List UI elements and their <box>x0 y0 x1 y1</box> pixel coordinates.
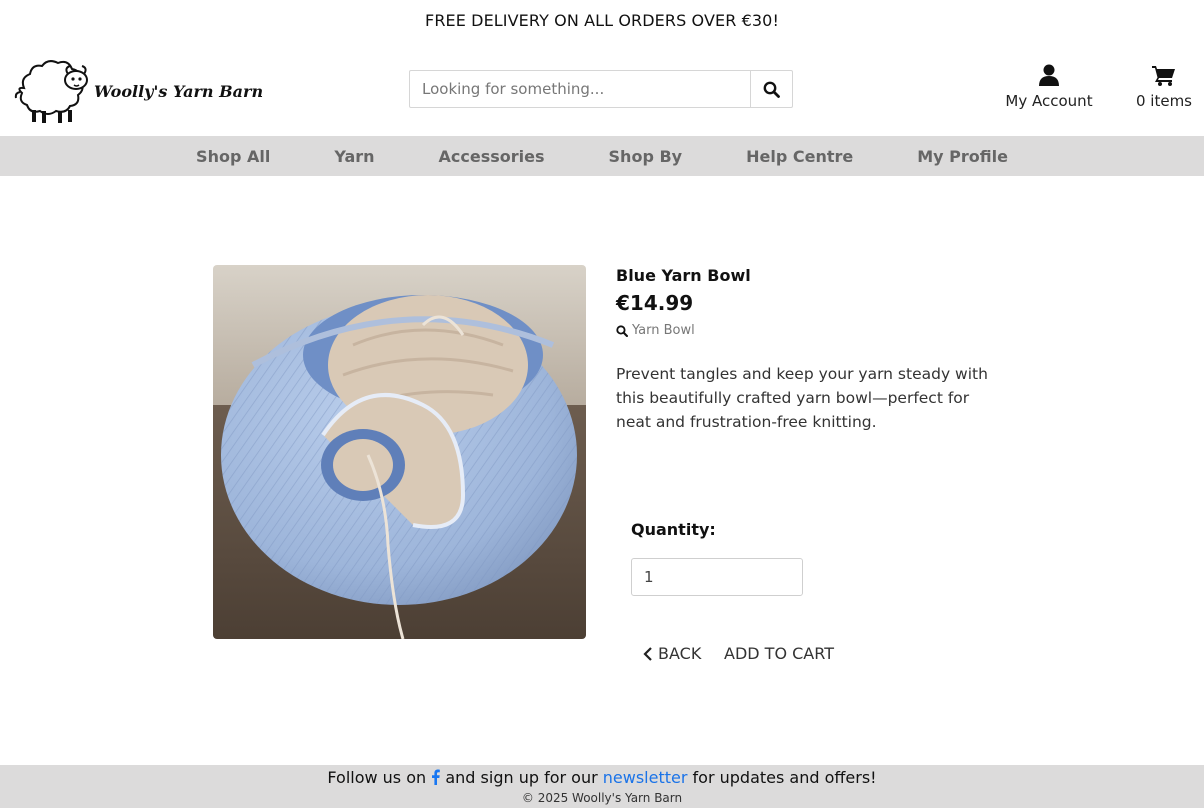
site-header: Woolly's Yarn Barn My Account 0 <box>0 42 1204 136</box>
back-button-label: BACK <box>658 644 702 663</box>
quantity-input[interactable] <box>631 558 803 596</box>
product-description: Prevent tangles and keep your yarn stead… <box>616 365 988 431</box>
main-nav: Shop All Yarn Accessories Shop By Help C… <box>0 136 1204 176</box>
search-icon <box>763 81 780 98</box>
product-image <box>213 265 586 639</box>
product-category-link[interactable]: Yarn Bowl <box>616 323 1006 338</box>
cart-link[interactable]: 0 items <box>1128 64 1200 110</box>
chevron-left-icon <box>643 646 652 661</box>
site-footer: Follow us on and sign up for our newslet… <box>0 765 1204 808</box>
newsletter-link[interactable]: newsletter <box>603 768 688 787</box>
follow-prefix: Follow us on <box>327 768 427 787</box>
add-to-cart-button[interactable]: ADD TO CART <box>724 644 834 663</box>
cart-count-label: 0 items <box>1135 92 1192 110</box>
search-bar <box>409 70 793 108</box>
nav-item-help-centre[interactable]: Help Centre <box>714 147 885 166</box>
follow-suffix: for updates and offers! <box>692 768 877 787</box>
search-icon <box>616 324 628 337</box>
nav-item-shop-by[interactable]: Shop By <box>577 147 715 166</box>
nav-item-yarn[interactable]: Yarn <box>302 147 406 166</box>
user-icon <box>1000 64 1098 88</box>
site-logo[interactable]: Woolly's Yarn Barn <box>14 56 274 126</box>
sheep-logo-icon <box>14 60 88 123</box>
search-button[interactable] <box>750 71 792 107</box>
product-details: Blue Yarn Bowl €14.99 Yarn Bowl Prevent … <box>616 266 1006 434</box>
shopping-cart-icon <box>1128 64 1200 88</box>
copyright-text: © 2025 Woolly's Yarn Barn <box>521 791 683 805</box>
nav-item-accessories[interactable]: Accessories <box>407 147 577 166</box>
back-button[interactable]: BACK <box>642 644 701 663</box>
promo-banner: FREE DELIVERY ON ALL ORDERS OVER €30! <box>0 0 1204 42</box>
product-price: €14.99 <box>616 291 694 315</box>
quantity-label: Quantity: <box>631 520 716 539</box>
nav-item-shop-all[interactable]: Shop All <box>164 147 302 166</box>
my-account-link[interactable]: My Account <box>1000 64 1098 110</box>
search-input[interactable] <box>410 71 750 107</box>
follow-middle: and sign up for our <box>445 768 598 787</box>
my-account-label: My Account <box>1005 92 1093 110</box>
promo-text: FREE DELIVERY ON ALL ORDERS OVER €30! <box>425 11 779 30</box>
logo-text: Woolly's Yarn Barn <box>94 81 264 101</box>
facebook-icon[interactable] <box>431 769 441 789</box>
product-name: Blue Yarn Bowl <box>616 266 751 285</box>
nav-item-my-profile[interactable]: My Profile <box>885 147 1040 166</box>
footer-follow-line: Follow us on and sign up for our newslet… <box>0 768 1204 789</box>
product-category-label: Yarn Bowl <box>632 323 695 338</box>
